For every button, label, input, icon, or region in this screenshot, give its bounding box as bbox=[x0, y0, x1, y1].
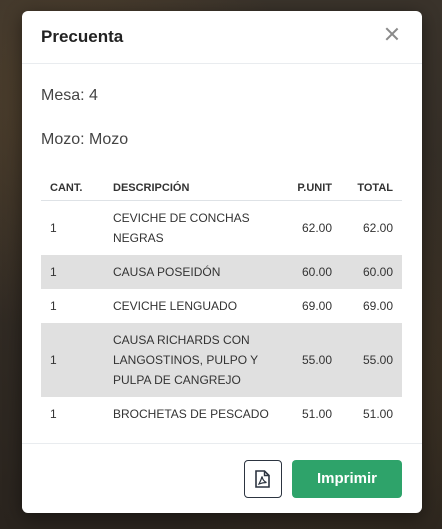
header-cant: CANT. bbox=[41, 175, 104, 201]
row-cant: 1 bbox=[41, 255, 104, 289]
table-row: 1 CEVICHE LENGUADO 69.00 69.00 bbox=[41, 289, 402, 323]
table-row: 1 BROCHETAS DE PESCADO 51.00 51.00 bbox=[41, 397, 402, 431]
print-button[interactable]: Imprimir bbox=[292, 460, 402, 498]
mesa-label: Mesa: 4 bbox=[41, 87, 98, 104]
table-row: 1 CEVICHE DE CONCHAS NEGRAS 62.00 62.00 bbox=[41, 201, 402, 256]
row-punit: 62.00 bbox=[301, 221, 332, 235]
row-cant: 1 bbox=[50, 221, 57, 235]
row-punit: 60.00 bbox=[281, 255, 342, 289]
table-row: 1 CAUSA RICHARDS CON LANGOSTINOS, PULPO … bbox=[41, 323, 402, 397]
row-description: CAUSA POSEIDÓN bbox=[104, 255, 281, 289]
row-description: CEVICHE LENGUADO bbox=[113, 299, 238, 313]
row-cant: 1 bbox=[41, 323, 104, 397]
row-description: CAUSA RICHARDS CON LANGOSTINOS, PULPO Y … bbox=[104, 323, 281, 397]
row-total: 69.00 bbox=[362, 299, 393, 313]
table-header-row: CANT. DESCRIPCIÓN P.UNIT TOTAL bbox=[41, 175, 402, 201]
modal-header: Precuenta bbox=[22, 11, 422, 64]
row-total: 62.00 bbox=[362, 221, 393, 235]
row-cant: 1 bbox=[50, 299, 57, 313]
pdf-button[interactable] bbox=[244, 460, 282, 498]
row-description: BROCHETAS DE PESCADO bbox=[113, 407, 269, 421]
precuenta-modal: Precuenta Mesa: 4 Mozo: Mozo CANT. DESCR… bbox=[22, 11, 422, 513]
mozo-label: Mozo: Mozo bbox=[41, 131, 129, 148]
order-table: CANT. DESCRIPCIÓN P.UNIT TOTAL 1 CEVICHE… bbox=[41, 175, 402, 431]
row-total: 51.00 bbox=[362, 407, 393, 421]
header-total: TOTAL bbox=[342, 175, 402, 201]
row-punit: 69.00 bbox=[301, 299, 332, 313]
table-row: 1 CAUSA POSEIDÓN 60.00 60.00 bbox=[41, 255, 402, 289]
row-punit: 55.00 bbox=[281, 323, 342, 397]
modal-footer: Imprimir bbox=[22, 443, 422, 513]
row-punit: 51.00 bbox=[301, 407, 332, 421]
row-total: 60.00 bbox=[342, 255, 402, 289]
header-descripcion: DESCRIPCIÓN bbox=[104, 175, 281, 201]
row-cant: 1 bbox=[50, 407, 57, 421]
file-pdf-icon bbox=[255, 470, 270, 488]
close-icon[interactable] bbox=[384, 26, 400, 42]
header-punit: P.UNIT bbox=[281, 175, 342, 201]
modal-title: Precuenta bbox=[41, 27, 124, 46]
row-total: 55.00 bbox=[342, 323, 402, 397]
row-description: CEVICHE DE CONCHAS NEGRAS bbox=[113, 211, 250, 245]
